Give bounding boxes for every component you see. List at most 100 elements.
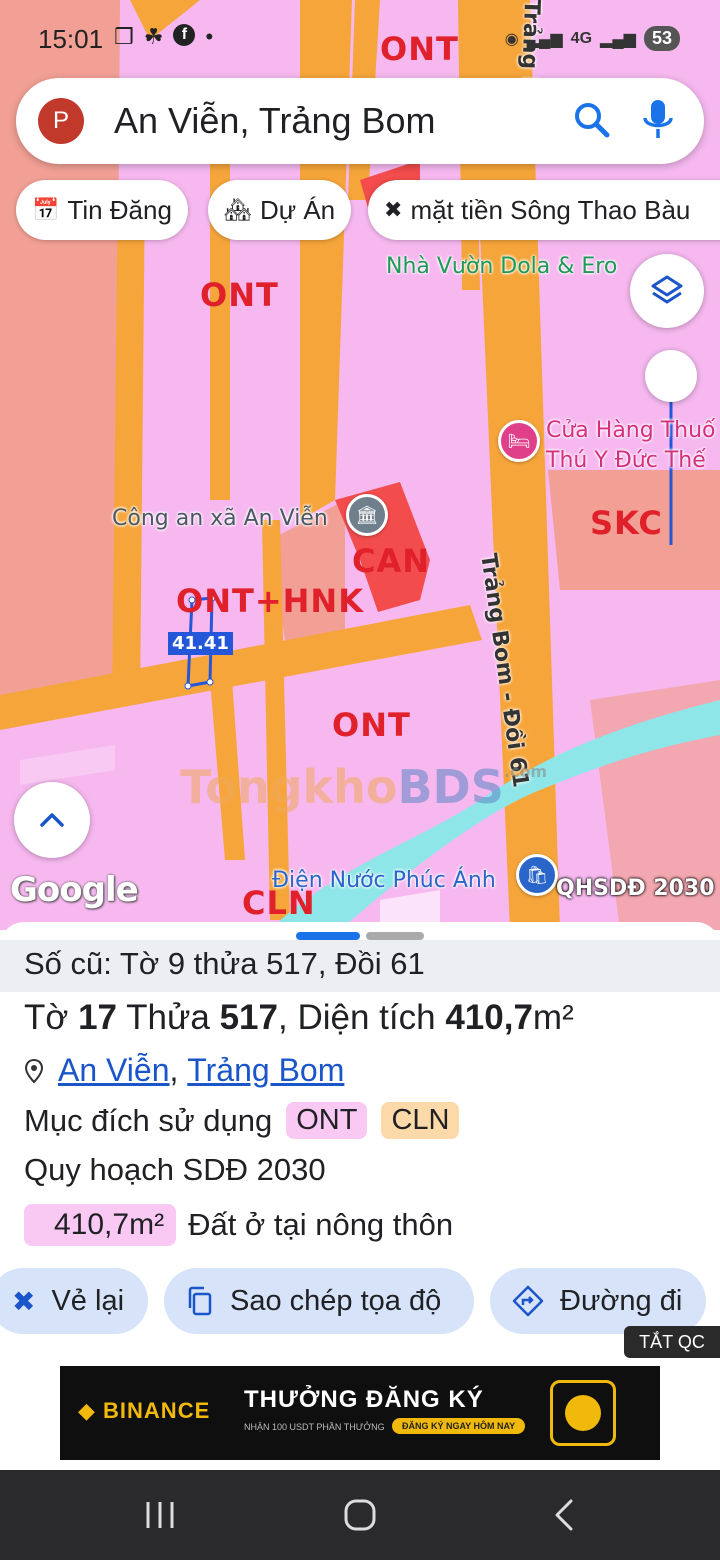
plan-area-description: Đất ở tại nông thôn [188,1207,454,1242]
poi-nha-vuon[interactable]: Nhà Vườn Dola & Ero [386,254,617,279]
ad-coin-graphic [550,1380,616,1446]
avatar[interactable]: P [38,98,84,144]
tools-icon: ✖ [384,197,403,222]
parcel-summary: Tờ 17 Thửa 517, Diện tích 410,7m² [24,998,574,1037]
search-input[interactable]: An Viễn, Trảng Bom [114,100,436,142]
sheet-handle-active[interactable] [296,932,360,940]
home-button[interactable] [300,1470,420,1560]
copy-icon [188,1286,212,1316]
zone-label-can: CAN [352,542,431,580]
microphone-icon[interactable] [640,98,676,142]
coin-icon [565,1395,601,1431]
zone-label-ont-hnk: ONT+HNK [176,582,364,620]
search-bar[interactable]: P An Viễn, Trảng Bom [16,78,704,164]
parcel-number: 517 [219,998,278,1037]
back-button[interactable] [504,1470,624,1560]
opacity-slider-handle[interactable] [645,350,697,402]
ad-brand-text: BINANCE [103,1398,211,1423]
map-view[interactable]: ONT ONT ONT ONT+HNK CAN SKC CLN Trảng Bo… [0,0,720,930]
home-icon [344,1499,376,1531]
redraw-icon: ✖ [12,1285,36,1317]
poi-dien-nuoc[interactable]: Điện Nước Phúc Ánh [272,868,496,893]
zone-label-skc: SKC [590,504,663,542]
ad-cta[interactable]: ĐĂNG KÝ NGAY HÔM NAY [392,1418,526,1434]
plan-area-row: 410,7m² Đất ở tại nông thôn [24,1204,453,1246]
directions-label: Đường đi [560,1284,683,1317]
building-icon: 🏘 [224,197,252,222]
navigation-bar [0,1470,720,1560]
poi-pin-dien-nuoc[interactable]: 🛍 [516,854,558,896]
chip-mat-tien[interactable]: ✖ mặt tiền Sông Thao Bàu [368,180,720,240]
area-label: Diện tích [297,998,436,1037]
area-unit: m² [532,998,574,1037]
area-value: 410,7 [445,998,533,1037]
leaf-icon: ☘ [143,24,164,49]
close-ad-button[interactable]: TẮT QC [624,1326,720,1358]
parcel-size-badge: 41.41 [168,632,233,655]
directions-button[interactable]: Đường đi [490,1268,706,1334]
poi-pin-cua-hang[interactable]: 🛏 [498,420,540,462]
copy-coordinates-button[interactable]: Sao chép tọa độ [164,1268,474,1334]
sheet-handle-inactive[interactable] [366,932,424,940]
copy-label: Sao chép tọa độ [230,1284,442,1317]
redraw-button[interactable]: ✖ Vẻ lại [0,1268,148,1334]
network-type: 4G [570,29,593,47]
chip-label: mặt tiền Sông Thao Bàu [410,194,691,225]
watermark-part-1: Tongkho [180,760,398,814]
battery-indicator: 53 [643,26,680,51]
ad-subtext: NHẬN 100 USDT PHẦN THƯỞNG [244,1422,385,1432]
ad-brand: ◆ BINANCE [78,1398,211,1423]
bed-icon: 🛏 [507,430,531,451]
status-left-icons: ❒ ☘ f • [114,24,213,50]
google-logo: Google [10,870,139,910]
status-time: 15:01 [38,24,104,54]
watermark: TongkhoBDS.com [180,760,547,814]
calendar-icon: 📅 [32,197,60,222]
commune-link[interactable]: An Viễn [58,1052,170,1089]
old-parcel-info: Số cũ: Tờ 9 thửa 517, Đồi 61 [0,940,720,992]
chevron-up-icon [40,813,64,827]
dot-icon: • [205,24,214,49]
status-bar: 15:01 ❒ ☘ f • ◉ ▂▄▆ 4G ▂▄▆ 53 [0,0,720,78]
zone-label-ont-upper: ONT [200,276,279,314]
poi-cong-an[interactable]: Công an xã An Viễn [112,506,328,531]
ad-banner[interactable]: ◆ BINANCE THƯỞNG ĐĂNG KÝ NHẬN 100 USDT P… [60,1366,660,1460]
redraw-label: Vẻ lại [51,1284,125,1317]
location-icon: ◉ [504,30,519,48]
land-use-purpose: Mục đích sử dụng ONT CLN [24,1102,460,1139]
directions-icon [512,1285,544,1317]
layers-icon [651,275,683,304]
purpose-label: Mục đích sử dụng [24,1102,273,1138]
search-icon[interactable] [572,100,612,140]
chip-tin-dang[interactable]: 📅 Tin Đăng [16,180,188,240]
facebook-icon: f [173,24,196,46]
parcel-label: Thửa [126,998,210,1037]
signal-icon: ▂▄▆ [526,30,563,48]
location-pin-icon [24,1058,44,1083]
screenshot-icon: ❒ [114,24,134,49]
chip-du-an[interactable]: 🏘 Dự Án [208,180,352,240]
signal-icon-2: ▂▄▆ [600,30,636,48]
recent-apps-button[interactable] [100,1470,220,1560]
expand-button[interactable] [14,782,90,858]
watermark-part-2: BDS [397,760,504,814]
district-link[interactable]: Trảng Bom [187,1052,344,1089]
poi-pin-cong-an[interactable]: 🏛 [346,494,388,536]
chip-label: Dự Án [259,194,336,225]
plan-year-badge: QHSDĐ 2030 [556,876,715,901]
purpose-tag-ont: ONT [286,1102,368,1139]
poi-cua-hang-line2[interactable]: Thú Y Đức Thế [546,448,706,473]
government-building-icon: 🏛 [355,504,379,525]
plan-area-badge: 410,7m² [24,1204,177,1246]
layers-button[interactable] [630,254,704,328]
ad-headline: THƯỞNG ĐĂNG KÝ [244,1386,484,1413]
sheet-number: 17 [78,998,118,1037]
status-right-icons: ◉ ▂▄▆ 4G ▂▄▆ 53 [505,26,680,51]
zone-label-ont-lower: ONT [332,706,411,744]
poi-cua-hang-line1[interactable]: Cửa Hàng Thuố [546,418,716,443]
shopping-bag-icon: 🛍 [525,864,549,885]
plan-title: Quy hoạch SDĐ 2030 [24,1152,326,1187]
watermark-part-3: .com [503,762,548,781]
recent-apps-icon [146,1502,174,1528]
purpose-tag-cln: CLN [381,1102,460,1139]
